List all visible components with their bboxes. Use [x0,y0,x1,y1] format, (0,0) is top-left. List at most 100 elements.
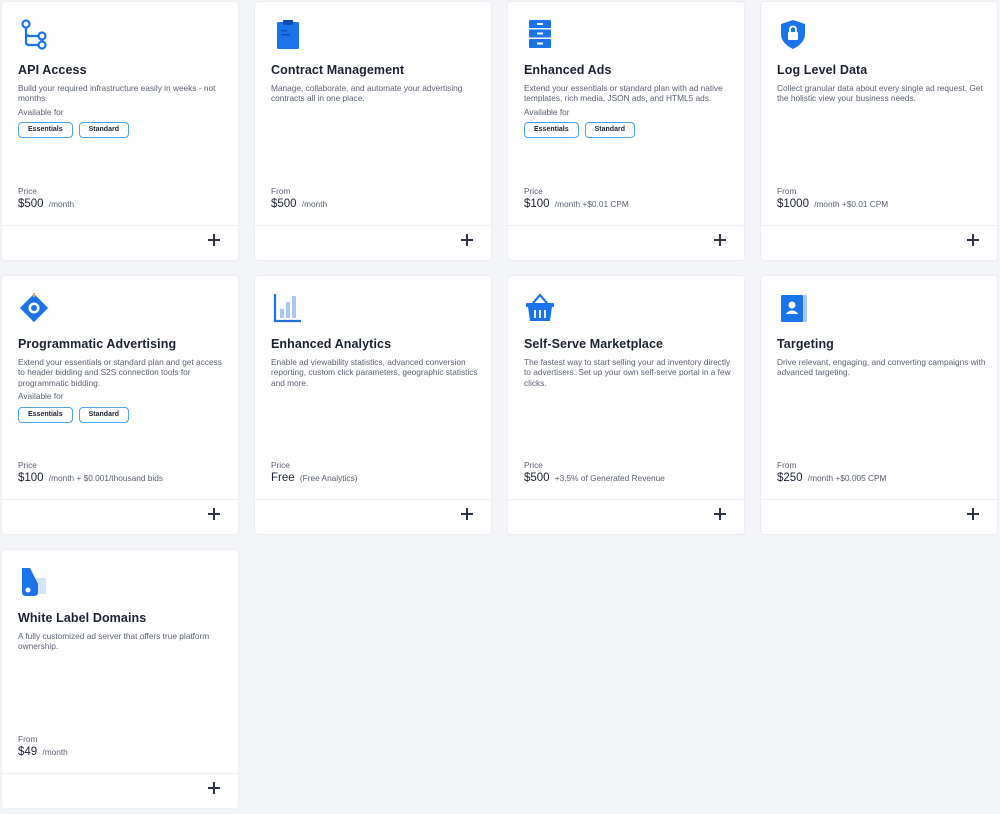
price-value: $1000 /month +$0.01 CPM [777,198,888,210]
price-value: Free (Free Analytics) [271,472,358,484]
bar-chart-icon [271,292,303,324]
card-divider [2,225,238,226]
card-description: A fully customized ad server that offers… [18,631,210,652]
card-divider [255,499,491,500]
clipboard-icon [271,18,303,50]
card-title: Contract Management [271,63,405,77]
add-plus-button[interactable] [461,508,473,520]
price-amount: $49 [18,746,38,758]
plan-chip[interactable]: Standard [78,406,129,423]
price-amount: $500 [271,198,297,210]
price-label: Price [524,460,543,470]
addon-card: Self-Serve Marketplace The fastest way to… [508,276,744,534]
price-value: $250 /month +$0.005 CPM [777,472,886,484]
addons-grid: API Access Build your required infrastruc… [2,2,997,808]
price-amount: $100 [524,198,550,210]
card-divider [508,499,744,500]
plan-chips: Essentials Standard [18,122,230,139]
card-description: The fastest way to start selling your ad… [524,357,731,388]
plan-chip[interactable]: Essentials [18,406,73,423]
plan-chip[interactable]: Essentials [524,122,579,139]
card-description-block: A fully customized ad server that offers… [18,631,230,652]
card-divider [2,773,238,774]
add-plus-button[interactable] [208,508,220,520]
price-label: From [777,460,797,470]
card-description: Extend your essentials or standard plan … [18,357,222,388]
card-title: Self-Serve Marketplace [524,337,664,351]
card-description-block: Drive relevant, engaging, and converting… [777,357,989,378]
price-unit: /month [48,199,75,209]
price-unit: /month [42,747,68,757]
add-plus-button[interactable] [714,508,726,520]
available-for-label: Available for [18,106,64,117]
price-value: $100 /month + $0.001/thousand bids [18,472,163,484]
add-plus-button[interactable] [208,234,220,246]
price-label: Price [18,186,37,196]
card-title: White Label Domains [18,611,147,625]
card-divider [761,225,997,226]
price-label: From [18,734,38,744]
card-description: Enable ad viewability statistics, advanc… [271,357,478,388]
price-amount: $500 [524,472,550,484]
card-description-block: Enable ad viewability statistics, advanc… [271,357,483,388]
card-divider [2,499,238,500]
addon-card: Contract Management Manage, collaborate, … [255,2,491,260]
card-description: Drive relevant, engaging, and converting… [777,357,986,378]
add-plus-button[interactable] [461,234,473,246]
price-amount: $500 [18,198,44,210]
shield-lock-icon [777,18,809,50]
card-title: Log Level Data [777,63,868,77]
price-label: Price [271,460,290,470]
price-label: From [777,186,797,196]
available-for-label: Available for [18,391,64,402]
addon-card: Enhanced Ads Extend your essentials or st… [508,2,744,260]
card-title: Programmatic Advertising [18,337,177,351]
filing-cabinet-icon [524,18,556,50]
add-plus-button[interactable] [967,508,979,520]
card-title: Targeting [777,337,834,351]
card-divider [508,225,744,226]
plan-chip[interactable]: Standard [78,122,129,139]
price-unit: (Free Analytics) [299,473,358,483]
target-diamond-icon [18,292,50,324]
card-description-block: Manage, collaborate, and automate your a… [271,83,483,104]
card-description-block: Collect granular data about every single… [777,83,989,104]
card-description: Build your required infrastructure easil… [18,83,216,104]
price-value: $500 /month [271,198,327,210]
card-description: Manage, collaborate, and automate your a… [271,83,463,104]
plan-chips: Essentials Standard [524,122,736,139]
price-unit: /month [301,199,328,209]
addon-card: Targeting Drive relevant, engaging, and c… [761,276,997,534]
add-plus-button[interactable] [208,782,220,794]
label-tag-icon [18,566,50,598]
plan-chips: Essentials Standard [18,406,230,423]
addon-card: Programmatic Advertising Extend your esse… [2,276,238,534]
contact-card-icon [777,292,809,324]
api-icon [18,18,50,50]
price-amount: $250 [777,472,803,484]
price-label: From [271,186,291,196]
price-value: $500 /month [18,198,74,210]
price-label: Price [524,186,543,196]
basket-icon [524,292,556,324]
add-plus-button[interactable] [714,234,726,246]
price-unit: /month + $0.001/thousand bids [48,473,163,483]
price-amount: $100 [18,472,44,484]
price-label: Price [18,460,37,470]
addon-card: White Label Domains A fully customized ad… [2,550,238,808]
price-unit: /month +$0.01 CPM [554,199,629,209]
card-description-block: Extend your essentials or standard plan … [524,83,736,139]
card-description-block: The fastest way to start selling your ad… [524,357,736,388]
plan-chip[interactable]: Essentials [18,122,73,139]
addon-card: Log Level Data Collect granular data abou… [761,2,997,260]
addon-card: Enhanced Analytics Enable ad viewability … [255,276,491,534]
card-divider [761,499,997,500]
price-value: $500 +3.5% of Generated Revenue [524,472,665,484]
price-value: $100 /month +$0.01 CPM [524,198,629,210]
add-plus-button[interactable] [967,234,979,246]
card-title: Enhanced Analytics [271,337,392,351]
available-for-label: Available for [524,106,570,117]
plan-chip[interactable]: Standard [584,122,635,139]
price-unit: /month +$0.005 CPM [807,473,887,483]
card-title: API Access [18,63,87,77]
